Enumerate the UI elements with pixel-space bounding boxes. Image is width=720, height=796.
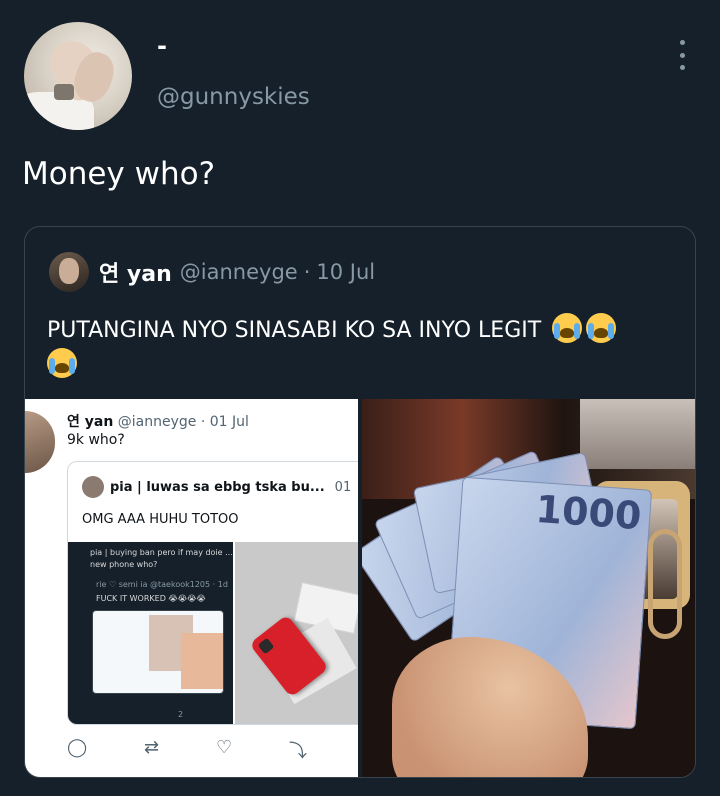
money-photo[interactable]: 1000 bbox=[362, 399, 695, 777]
embedded-quote-header: pia | luwas sa ebbg tska bu... 01 bbox=[82, 476, 351, 498]
like-icon: ♡ bbox=[215, 737, 233, 758]
reply-icon: ◯ bbox=[67, 737, 88, 758]
poster bbox=[580, 399, 695, 469]
embedded-quote-text: OMG AAA HUHU TOTOO bbox=[82, 512, 239, 527]
quoted-tweet[interactable]: 연 yan @ianneyge · 10 Jul PUTANGINA NYO S… bbox=[24, 226, 696, 778]
share-icon: ⤵ bbox=[288, 741, 307, 762]
quoted-date: 10 Jul bbox=[316, 260, 376, 284]
loudly-crying-face-icon bbox=[586, 313, 617, 343]
author-display-name[interactable]: - bbox=[157, 32, 167, 60]
embedded-avatar bbox=[25, 411, 55, 473]
tweet-text: Money who? bbox=[22, 156, 216, 192]
author-handle[interactable]: @gunnyskies bbox=[157, 84, 310, 110]
phone-photo bbox=[235, 542, 358, 724]
quoted-tweet-header: 연 yan @ianneyge · 10 Jul bbox=[49, 251, 375, 293]
embedded-header: 연 yan @ianneyge · 01 Jul bbox=[67, 414, 249, 430]
retweet-icon: ⇄ bbox=[144, 737, 160, 758]
more-options-icon[interactable] bbox=[676, 40, 688, 70]
separator-dot: · bbox=[303, 260, 311, 284]
embedded-actions: ◯ ⇄ ♡ ⤵ bbox=[67, 737, 307, 763]
embedded-quote: pia | luwas sa ebbg tska bu... 01 OMG AA… bbox=[67, 461, 358, 725]
avatar[interactable] bbox=[24, 22, 132, 130]
nested-media bbox=[92, 610, 224, 694]
nested-screenshot: pia | buying ban pero if may doie ... ne… bbox=[68, 542, 233, 724]
media-screenshot[interactable]: 연 yan @ianneyge · 01 Jul 9k who? pia | l… bbox=[25, 399, 358, 777]
embedded-text: 9k who? bbox=[67, 432, 125, 448]
tweet-header: - @gunnyskies bbox=[24, 22, 696, 132]
quoted-text: PUTANGINA NYO SINASABI KO SA INYO LEGIT bbox=[47, 313, 667, 383]
loudly-crying-face-icon bbox=[47, 348, 77, 378]
quoted-handle: @ianneyge bbox=[179, 260, 298, 284]
quoted-display-name: 연 yan bbox=[99, 262, 172, 287]
quoted-avatar bbox=[49, 252, 89, 292]
loudly-crying-face-icon bbox=[552, 313, 583, 343]
